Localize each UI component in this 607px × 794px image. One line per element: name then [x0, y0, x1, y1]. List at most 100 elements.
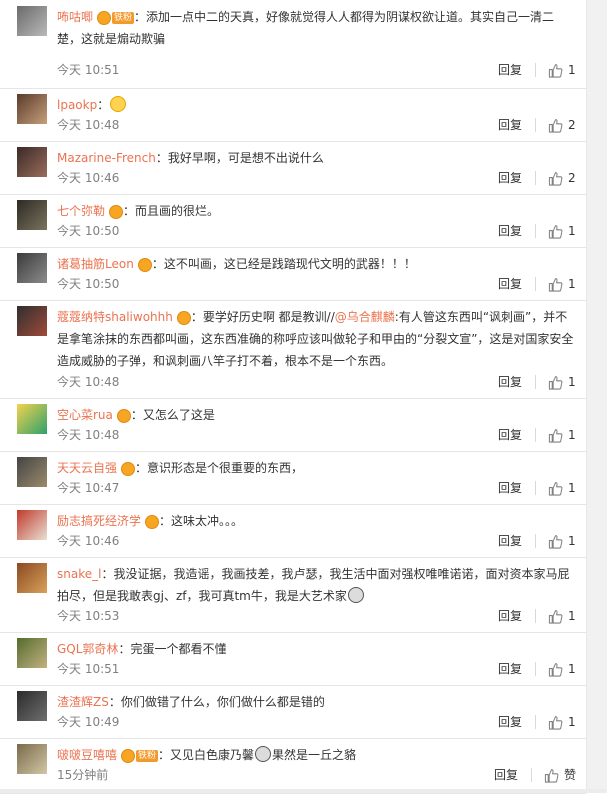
like-button[interactable]: 1: [548, 62, 576, 78]
comment-body: GQL郭奇林：完蛋一个都看不懂: [57, 638, 574, 660]
reply-button[interactable]: 回复: [494, 767, 518, 783]
comment-body: snake_l：我没证据，我造谣，我画技差，我卢瑟，我生活中面对强权唯唯诺诺，面…: [57, 563, 574, 607]
like-button[interactable]: 赞: [544, 767, 576, 783]
thumbs-up-icon: [548, 63, 563, 78]
like-button[interactable]: 1: [548, 608, 576, 624]
thumbs-up-icon: [548, 224, 563, 239]
username-link[interactable]: 七个弥勒: [57, 204, 105, 218]
username-link[interactable]: Mazarine-French: [57, 151, 156, 165]
like-button[interactable]: 1: [548, 374, 576, 390]
like-button[interactable]: 1: [548, 276, 576, 292]
username-link[interactable]: 渣渣辉ZS: [57, 695, 109, 709]
comment-text: ：这味太冲。。。: [159, 514, 244, 528]
avatar[interactable]: [17, 306, 47, 336]
comment-meta: 今天 10:48 回复 2: [57, 117, 586, 133]
like-count: 1: [568, 375, 576, 389]
comment-actions: 回复 1: [498, 533, 576, 549]
avatar[interactable]: [17, 404, 47, 434]
vip-badge-icon: [176, 310, 191, 325]
avatar[interactable]: [17, 200, 47, 230]
avatar[interactable]: [17, 94, 47, 124]
comment-meta: 今天 10:49 回复 1: [57, 714, 586, 730]
username-link[interactable]: 啵啵豆嘻嘻: [57, 748, 117, 762]
comment-body: 蔻蔻纳特shaliwohhh ：要学好历史啊 都是教训//@乌合麒麟:有人管这东西…: [57, 306, 574, 372]
like-button[interactable]: 2: [548, 170, 576, 186]
user-badges: [116, 408, 131, 423]
like-button[interactable]: 1: [548, 480, 576, 496]
username-link[interactable]: lpaokp: [57, 98, 97, 112]
reply-button[interactable]: 回复: [498, 480, 522, 496]
reply-button[interactable]: 回复: [498, 661, 522, 677]
comment-body: 七个弥勒 ：而且画的很烂。: [57, 200, 574, 222]
reply-button[interactable]: 回复: [498, 533, 522, 549]
comment-item: snake_l：我没证据，我造谣，我画技差，我卢瑟，我生活中面对强权唯唯诺诺，面…: [0, 557, 586, 633]
reply-button[interactable]: 回复: [498, 62, 522, 78]
comment-body: 空心菜rua ：又怎么了这是: [57, 404, 574, 426]
like-button[interactable]: 1: [548, 661, 576, 677]
avatar[interactable]: [17, 510, 47, 540]
avatar[interactable]: [17, 147, 47, 177]
mention-link[interactable]: @乌合麒麟: [335, 310, 395, 324]
username-link[interactable]: 咘咕唧: [57, 10, 93, 24]
vip-badge-icon: [121, 748, 136, 763]
comment-text: 果然是一丘之貉: [272, 748, 357, 762]
avatar[interactable]: [17, 6, 47, 36]
comment-meta: 今天 10:48 回复 1: [57, 374, 586, 390]
comment-text: ：又怎么了这是: [130, 408, 215, 422]
like-count: 2: [568, 118, 576, 132]
comment-item: 七个弥勒 ：而且画的很烂。今天 10:50 回复 1: [0, 194, 586, 248]
reply-button[interactable]: 回复: [498, 374, 522, 390]
action-divider: [535, 481, 536, 495]
username-link[interactable]: 天天云自强: [57, 461, 117, 475]
reply-button[interactable]: 回复: [498, 223, 522, 239]
like-button[interactable]: 1: [548, 427, 576, 443]
reply-button[interactable]: 回复: [498, 608, 522, 624]
reply-button[interactable]: 回复: [498, 714, 522, 730]
comment-meta: 今天 10:51 回复 1: [57, 62, 586, 78]
avatar[interactable]: [17, 563, 47, 593]
comment-text: ：: [97, 98, 110, 112]
reply-button[interactable]: 回复: [498, 170, 522, 186]
action-divider: [535, 662, 536, 676]
timestamp: 今天 10:50: [57, 224, 120, 238]
reply-button[interactable]: 回复: [498, 117, 522, 133]
username-link[interactable]: GQL郭奇林: [57, 642, 118, 656]
comment-meta: 今天 10:50 回复 1: [57, 223, 586, 239]
user-badges: 铁粉: [121, 748, 159, 763]
username-link[interactable]: 空心菜rua: [57, 408, 113, 422]
comment-text: ：这不叫画，这已经是践踏现代文明的武器！！！: [151, 257, 416, 271]
action-divider: [535, 118, 536, 132]
scrollbar[interactable]: [586, 0, 607, 793]
reply-button[interactable]: 回复: [498, 427, 522, 443]
like-button[interactable]: 1: [548, 714, 576, 730]
action-divider: [535, 534, 536, 548]
avatar[interactable]: [17, 744, 47, 774]
avatar[interactable]: [17, 691, 47, 721]
thumbs-up-icon: [548, 118, 563, 133]
comment-text: ：我好早啊，可是想不出说什么: [155, 151, 324, 165]
comment-item: 天天云自强 ：意识形态是个很重要的东西， 今天 10:47 回复 1: [0, 451, 586, 505]
like-button[interactable]: 1: [548, 533, 576, 549]
timestamp: 今天 10:48: [57, 118, 120, 132]
username-link[interactable]: 蔻蔻纳特shaliwohhh: [57, 310, 173, 324]
comment-actions: 回复 1: [498, 62, 576, 78]
username-link[interactable]: 励志搞死经济学: [57, 514, 141, 528]
comment-meta: 今天 10:51 回复 1: [57, 661, 586, 677]
like-button[interactable]: 2: [548, 117, 576, 133]
comment-text: ：要学好历史啊 都是教训//: [190, 310, 335, 324]
comment-item: lpaokp： 今天 10:48 回复 2: [0, 88, 586, 142]
avatar[interactable]: [17, 638, 47, 668]
username-link[interactable]: snake_l: [57, 567, 101, 581]
comment-body: 励志搞死经济学 ：这味太冲。。。: [57, 510, 574, 532]
avatar[interactable]: [17, 253, 47, 283]
action-divider: [535, 715, 536, 729]
comment-item: 诸葛抽筋Leon ：这不叫画，这已经是践踏现代文明的武器！！！ 今天 10:50 回复…: [0, 247, 586, 301]
reply-button[interactable]: 回复: [498, 276, 522, 292]
username-link[interactable]: 诸葛抽筋Leon: [57, 257, 134, 271]
comment-actions: 回复 2: [498, 117, 576, 133]
user-badges: [109, 204, 124, 219]
avatar[interactable]: [17, 457, 47, 487]
comment-actions: 回复 1: [498, 374, 576, 390]
like-button[interactable]: 1: [548, 223, 576, 239]
action-divider: [535, 609, 536, 623]
